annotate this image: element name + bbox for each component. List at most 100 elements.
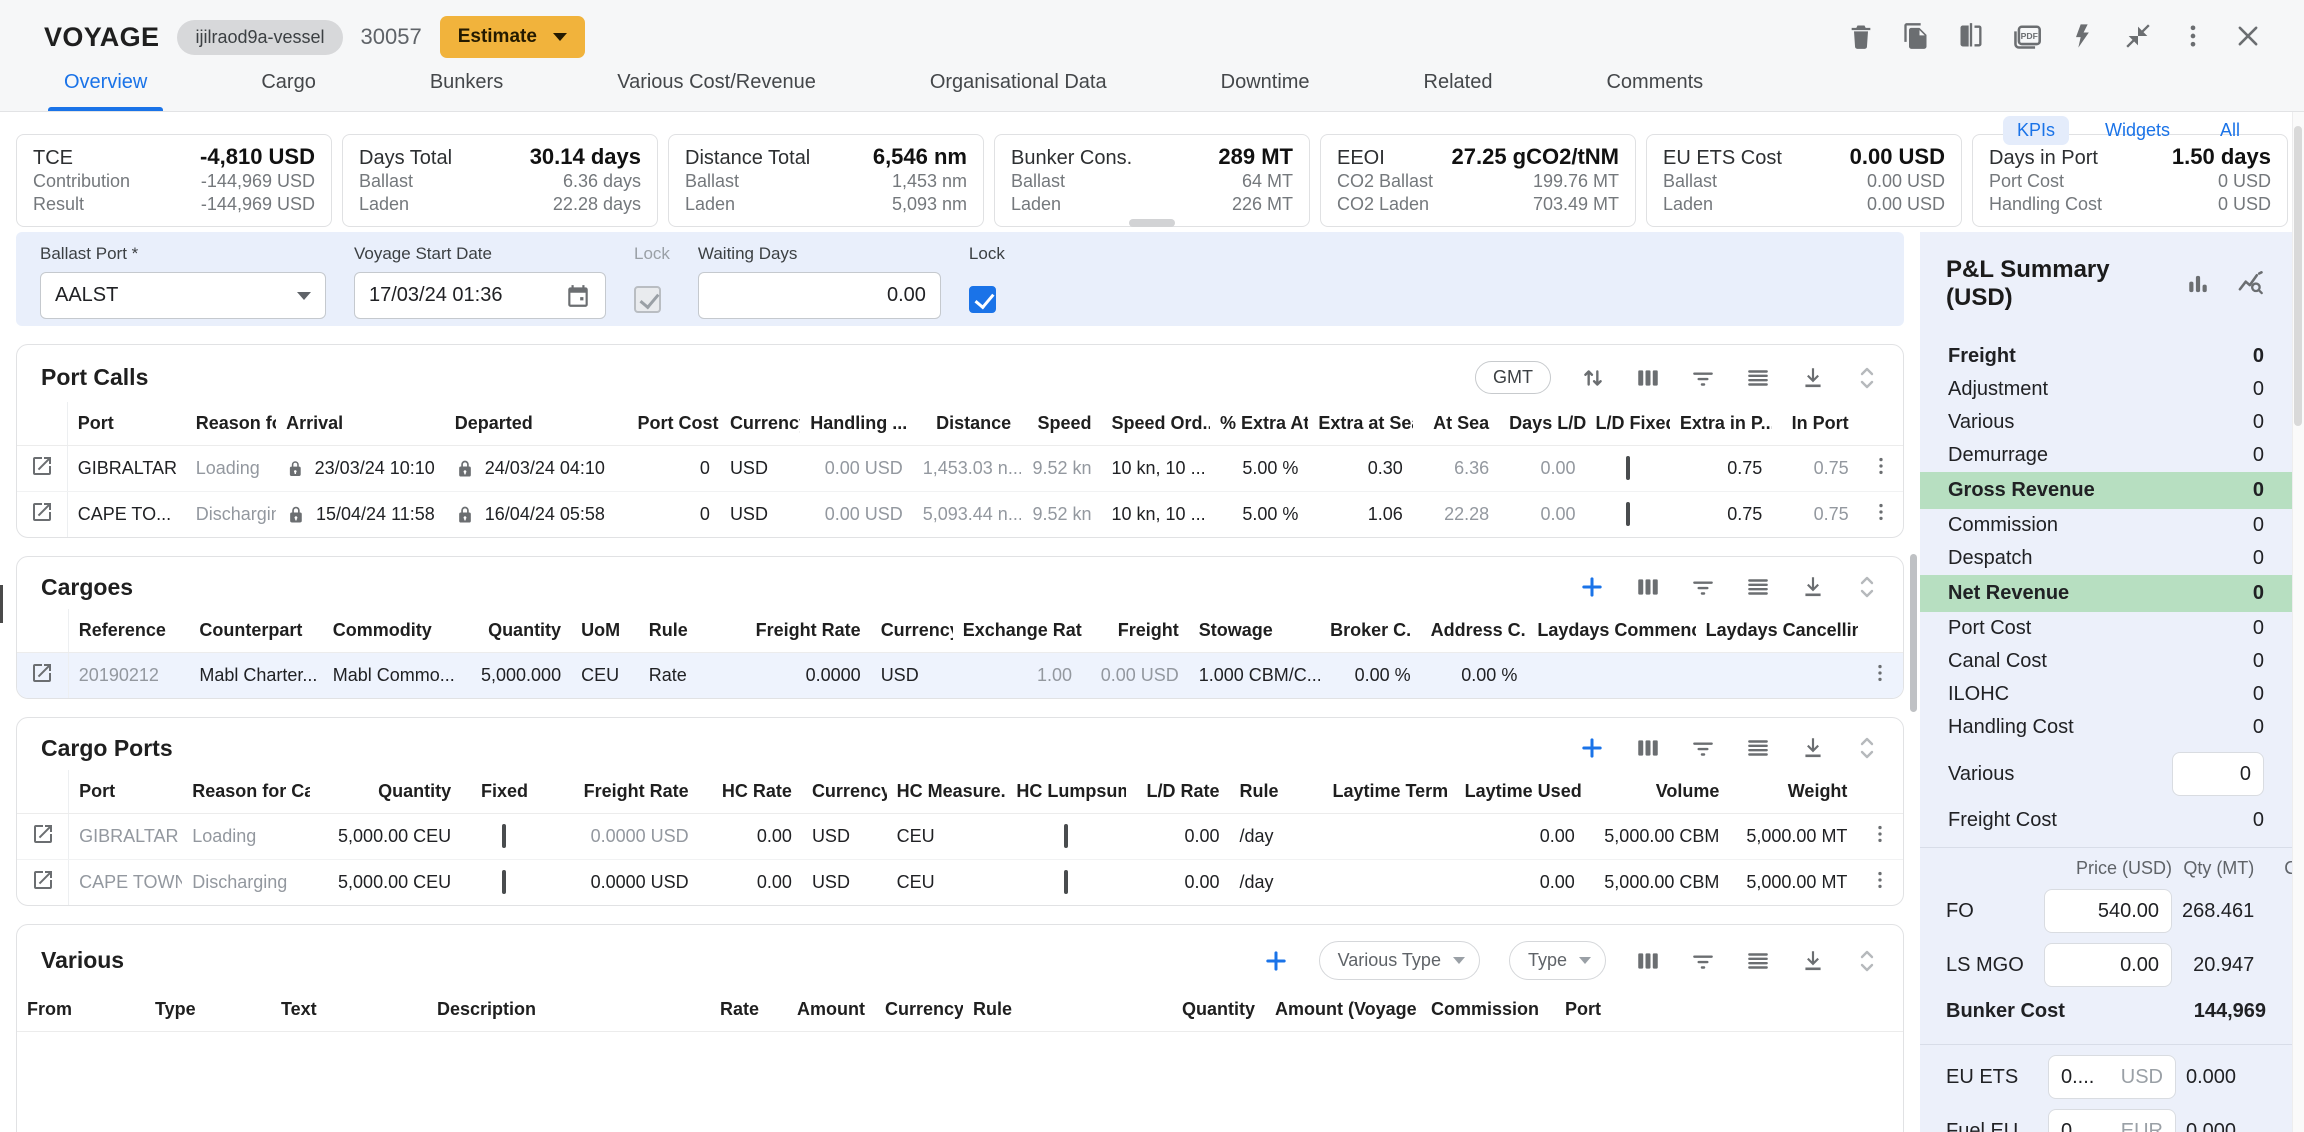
open-row-icon[interactable] [31,822,55,846]
voyage-start-date-input[interactable]: 17/03/24 01:36 [354,272,606,319]
row-density-icon[interactable] [1745,365,1771,391]
type-filter[interactable]: Type [1509,941,1606,980]
col-exchange-rate[interactable]: Exchange Rate [953,609,1082,653]
col-ld-rate[interactable]: L/D Rate [1126,770,1229,814]
col-currency[interactable]: Currency [875,988,963,1032]
col-from[interactable]: From [17,988,145,1032]
col-rate[interactable]: Rate [631,988,769,1032]
fo-price-input[interactable]: 540.00 [2044,889,2172,933]
col-currency[interactable]: Currency [720,402,800,446]
col-stowage[interactable]: Stowage [1189,609,1320,653]
expand-collapse-icon[interactable] [1855,573,1879,601]
col-text[interactable]: Text [271,988,427,1032]
col-days-ld[interactable]: Days L/D [1499,402,1585,446]
col-reference[interactable]: Reference [68,609,189,653]
col-extra-in-port[interactable]: Extra in P... [1670,402,1772,446]
col-quantity[interactable]: Quantity [310,770,461,814]
euets-price-input[interactable]: 0....USD [2048,1055,2176,1099]
tab-comments[interactable]: Comments [1606,71,1703,111]
col-port[interactable]: Port [67,402,186,446]
waiting-days-input[interactable]: 0.00 [698,272,941,319]
kpi-collapse-handle[interactable] [1129,219,1175,227]
col-speed[interactable]: Speed [1021,402,1101,446]
tab-various-cost-revenue[interactable]: Various Cost/Revenue [617,71,816,111]
col-commission[interactable]: Commission [1421,988,1555,1032]
lock-date-checkbox[interactable] [634,286,661,313]
view-link-kpis[interactable]: KPIs [2003,116,2069,145]
tab-downtime[interactable]: Downtime [1221,71,1310,111]
row-density-icon[interactable] [1745,735,1771,761]
col-reason-for-call[interactable]: Reason for Call [182,770,310,814]
lsmgo-price-input[interactable]: 0.00 [2044,943,2172,987]
add-cargo-port-icon[interactable] [1578,734,1606,762]
row-menu-icon[interactable] [1870,455,1892,477]
col-distance[interactable]: Distance [913,402,1021,446]
open-row-icon[interactable] [30,661,54,685]
download-icon[interactable] [1800,574,1826,600]
timezone-button[interactable]: GMT [1475,361,1551,394]
col-port[interactable]: Port [69,770,183,814]
row-menu-icon[interactable] [1869,869,1891,891]
estimate-button[interactable]: Estimate [440,16,585,58]
col-port-cost[interactable]: Port Cost [628,402,720,446]
col-address-c[interactable]: Address C. [1421,609,1528,653]
duplicate-icon[interactable] [1902,22,1930,50]
fixed-checkbox[interactable] [502,870,506,894]
add-cargo-icon[interactable] [1578,573,1606,601]
col-extra-at-sea[interactable]: Extra at Sea [1308,402,1412,446]
filter-icon[interactable] [1690,574,1716,600]
col-laytime-term[interactable]: Laytime Term [1322,770,1454,814]
col-amount-voyage[interactable]: Amount (Voyage C... [1265,988,1421,1032]
columns-icon[interactable] [1635,948,1661,974]
open-row-icon[interactable] [30,500,54,524]
col-currency[interactable]: Currency [802,770,887,814]
col-pct-extra[interactable]: % Extra At... [1210,402,1308,446]
row-density-icon[interactable] [1745,574,1771,600]
ld-fixed-checkbox[interactable] [1626,502,1630,526]
main-scrollbar-thumb[interactable] [1910,554,1917,712]
col-departed[interactable]: Departed [445,402,628,446]
col-volume[interactable]: Volume [1585,770,1730,814]
fixed-checkbox[interactable] [502,824,506,848]
quick-actions-icon[interactable] [2069,22,2097,50]
col-at-sea[interactable]: At Sea [1413,402,1499,446]
row-menu-icon[interactable] [1869,662,1891,684]
port-call-row[interactable]: CAPE TO... Discharging 15/04/24 11:58 16… [17,492,1903,538]
col-amount[interactable]: Amount [769,988,875,1032]
cargo-port-row[interactable]: GIBRALTAR Loading 5,000.00 CEU 0.0000 US… [17,814,1903,860]
open-row-icon[interactable] [30,454,54,478]
col-hc-measure[interactable]: HC Measure... [887,770,1007,814]
tab-bunkers[interactable]: Bunkers [430,71,503,111]
col-speed-ord[interactable]: Speed Ord... [1102,402,1210,446]
col-in-port[interactable]: In Port [1772,402,1858,446]
expand-collapse-icon[interactable] [1855,947,1879,975]
hc-lumpsum-checkbox[interactable] [1064,824,1068,848]
port-call-row[interactable]: GIBRALTAR Loading 23/03/24 10:10 24/03/2… [17,446,1903,492]
download-icon[interactable] [1800,365,1826,391]
col-commodity[interactable]: Commodity [323,609,456,653]
window-scrollbar-thumb[interactable] [2294,126,2302,426]
filter-icon[interactable] [1690,735,1716,761]
compare-icon[interactable] [1957,22,1985,50]
col-counterpart[interactable]: Counterpart [189,609,322,653]
columns-icon[interactable] [1635,365,1661,391]
col-rule[interactable]: Rule [639,609,742,653]
various-type-filter[interactable]: Various Type [1319,941,1480,980]
col-freight-rate[interactable]: Freight Rate [548,770,699,814]
view-link-widgets[interactable]: Widgets [2091,116,2184,145]
cargo-port-row[interactable]: CAPE TOWN Discharging 5,000.00 CEU 0.000… [17,860,1903,906]
col-port[interactable]: Port [1555,988,1673,1032]
col-hc-lumpsum[interactable]: HC Lumpsum [1006,770,1126,814]
row-menu-icon[interactable] [1869,823,1891,845]
close-icon[interactable] [2234,22,2262,50]
col-ld-fixed[interactable]: L/D Fixed [1586,402,1670,446]
col-quantity[interactable]: Quantity [456,609,571,653]
window-scrollbar[interactable] [2292,112,2304,1132]
filter-icon[interactable] [1690,365,1716,391]
col-description[interactable]: Description [427,988,631,1032]
row-menu-icon[interactable] [1870,501,1892,523]
columns-icon[interactable] [1635,574,1661,600]
col-fixed[interactable]: Fixed [461,770,548,814]
bar-chart-icon[interactable] [2184,270,2212,298]
col-rule[interactable]: Rule [963,988,1129,1032]
